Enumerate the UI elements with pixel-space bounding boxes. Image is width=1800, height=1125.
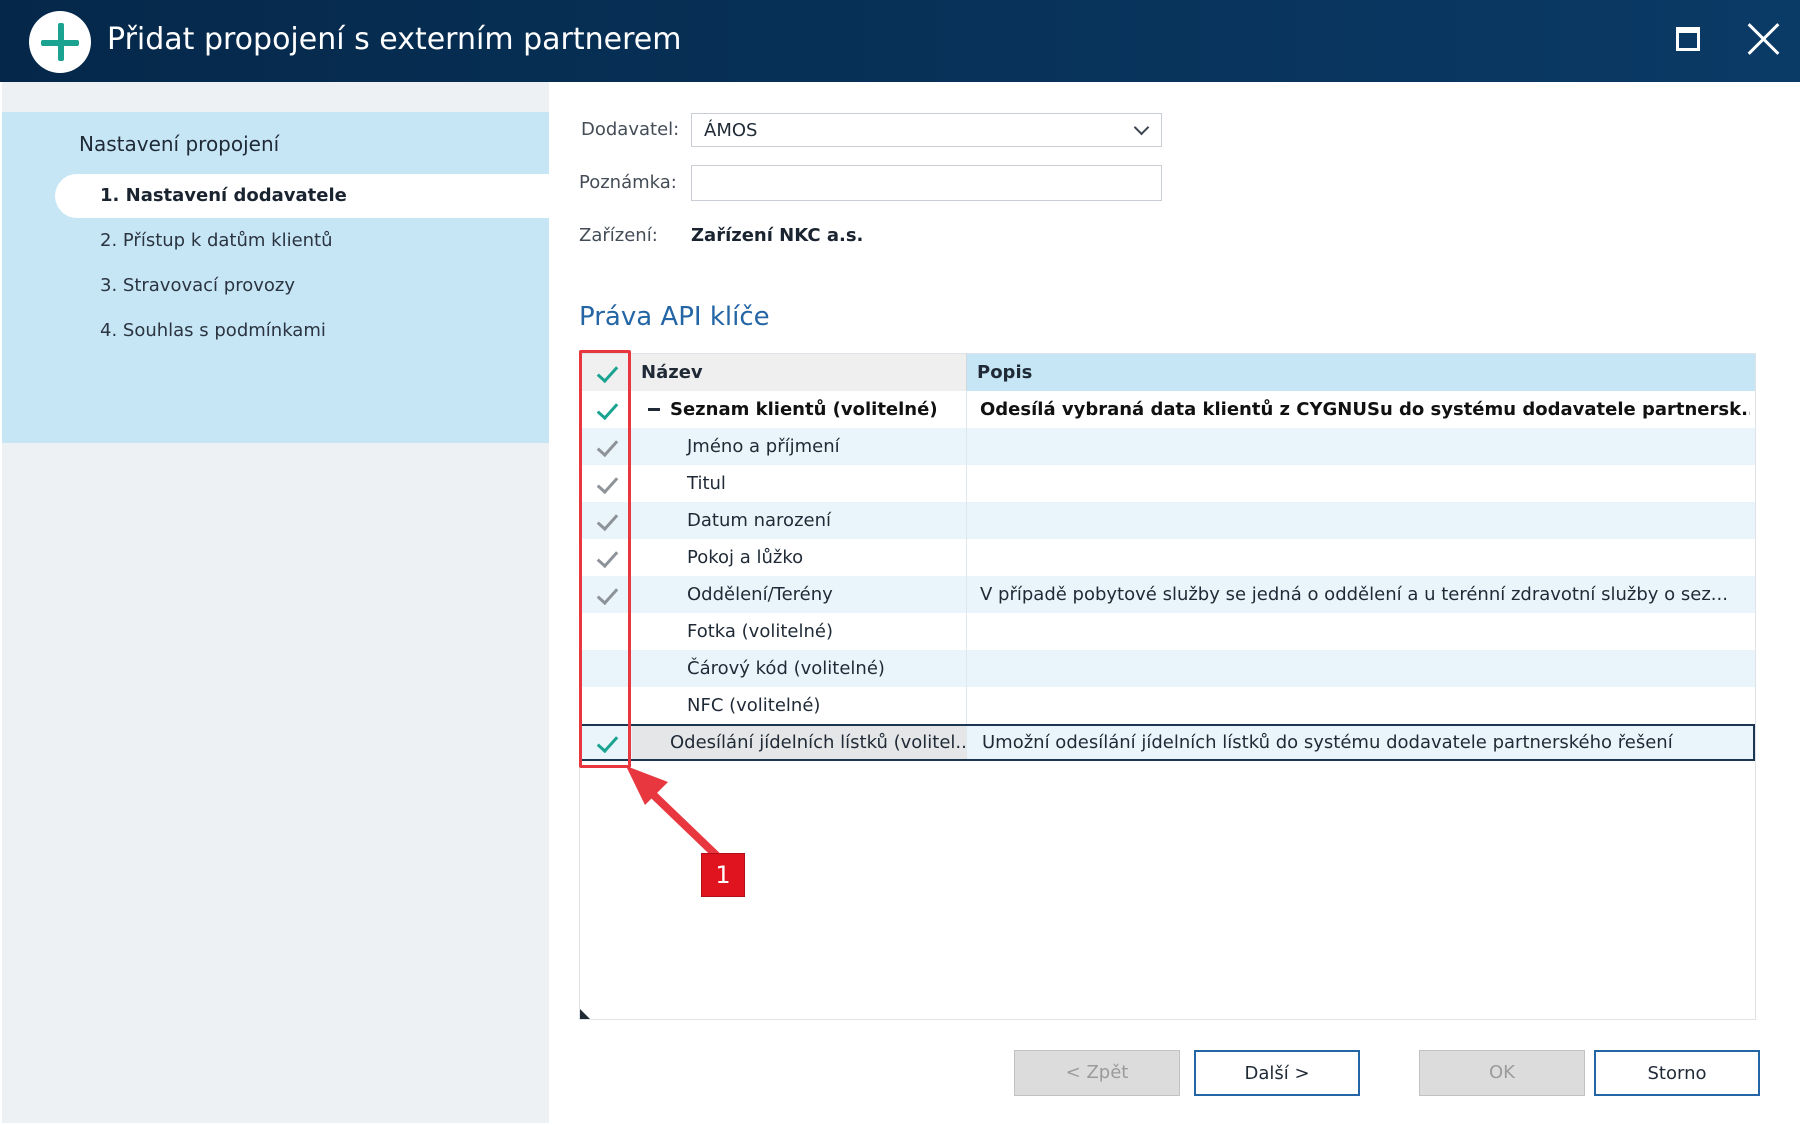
ok-button[interactable]: OK [1419,1050,1585,1096]
row-name: Datum narození [687,510,831,531]
sidebar-step-4[interactable]: 4. Souhlas s podmínkami [55,309,549,353]
sidebar-step-3[interactable]: 3. Stravovací provozy [55,264,549,308]
next-button[interactable]: Další > [1194,1050,1360,1096]
window-title: Přidat propojení s externím partnerem [107,22,682,57]
grid-row[interactable]: Datum narození [580,502,1755,539]
row-description: V případě pobytové služby se jedná o odd… [980,584,1728,605]
note-input[interactable] [691,165,1162,201]
row-name: Jméno a příjmení [687,436,840,457]
note-label: Poznámka: [579,172,677,193]
row-description: Odesílá vybraná data klientů z CYGNUSu d… [980,399,1750,420]
grid-cell-name: Jméno a příjmení [632,428,967,465]
column-header-name[interactable]: Název [632,354,967,391]
sidebar-step-2[interactable]: 2. Přístup k datům klientů [55,219,549,263]
grid-row[interactable]: Fotka (volitelné) [580,613,1755,650]
grid-header: Název Popis [580,354,1755,391]
row-name: Oddělení/Terény [687,584,833,605]
close-icon[interactable] [1746,22,1780,56]
grid-row[interactable]: Titul [580,465,1755,502]
grid-row[interactable]: Oddělení/Terény V případě pobytové služb… [580,576,1755,613]
row-description [980,539,1750,576]
grid-cell-name: NFC (volitelné) [632,687,967,724]
grid-row[interactable]: Pokoj a lůžko [580,539,1755,576]
annotation-highlight-box [579,350,631,768]
supplier-select[interactable]: ÁMOS [691,113,1162,147]
grid-cell-name: Odesílání jídelních lístků (volitel... [632,726,967,759]
row-description [980,428,1750,465]
grid-cell-name: Čárový kód (volitelné) [632,650,967,687]
collapse-icon[interactable] [648,408,660,411]
cancel-button[interactable]: Storno [1594,1050,1760,1096]
row-name: Fotka (volitelné) [687,621,833,642]
device-label: Zařízení: [579,225,658,246]
supplier-label: Dodavatel: [581,119,680,140]
grid-row[interactable]: Jméno a příjmení [580,428,1755,465]
title-bar: Přidat propojení s externím partnerem [0,0,1800,82]
sidebar: Nastavení propojení 1. Nastavení dodavat… [2,82,549,1123]
api-rights-title: Práva API klíče [579,302,770,332]
grid-cell-name: Pokoj a lůžko [632,539,967,576]
row-description [980,613,1750,650]
grid-cell-name: Titul [632,465,967,502]
grid-resize-corner [580,1009,590,1019]
grid-cell-name: Fotka (volitelné) [632,613,967,650]
api-rights-grid: Název Popis Seznam klientů (volitelné) O… [579,353,1756,1020]
row-description [980,687,1750,724]
row-name: NFC (volitelné) [687,695,821,716]
supplier-selected-value: ÁMOS [704,120,758,141]
row-name: Titul [687,473,726,494]
add-icon [29,11,91,73]
grid-cell-name: Oddělení/Terény [632,576,967,613]
row-name: Čárový kód (volitelné) [687,658,885,679]
grid-row[interactable]: Seznam klientů (volitelné) Odesílá vybra… [580,391,1755,428]
column-header-description[interactable]: Popis [967,354,1755,391]
row-description [980,650,1750,687]
device-value: Zařízení NKC a.s. [691,225,864,246]
row-description [980,465,1750,502]
grid-row[interactable]: NFC (volitelné) [580,687,1755,724]
grid-cell-name: Datum narození [632,502,967,539]
grid-cell-name: Seznam klientů (volitelné) [632,391,967,428]
grid-row-selected[interactable]: Odesílání jídelních lístků (volitel... U… [580,724,1755,761]
maximize-icon[interactable] [1676,27,1700,51]
annotation-badge: 1 [701,853,745,897]
row-description [980,502,1750,539]
row-name: Odesílání jídelních lístků (volitel... [670,732,967,753]
grid-row[interactable]: Čárový kód (volitelné) [580,650,1755,687]
back-button[interactable]: < Zpět [1014,1050,1180,1096]
row-name: Pokoj a lůžko [687,547,804,568]
row-description: Umožní odesílání jídelních lístků do sys… [982,732,1673,753]
row-name: Seznam klientů (volitelné) [670,399,938,420]
sidebar-heading: Nastavení propojení [79,132,280,156]
chevron-down-icon[interactable] [1133,119,1150,136]
sidebar-step-1[interactable]: 1. Nastavení dodavatele [55,174,549,218]
